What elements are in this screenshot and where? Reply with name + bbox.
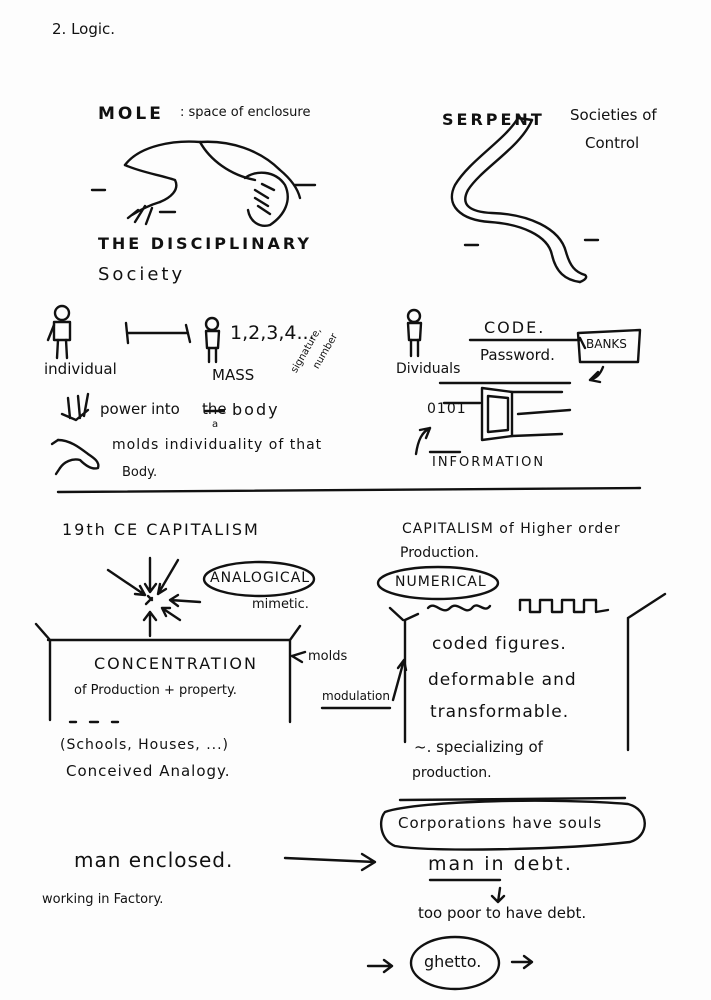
modulation-label: modulation <box>322 689 390 703</box>
information-label: INFORMATION <box>432 455 546 470</box>
concentration-line2: of Production + property. <box>74 683 237 698</box>
numerical-label: NUMERICAL <box>395 574 487 590</box>
serpent-drawing <box>450 116 600 284</box>
specializing-line1: ~. specializing of <box>414 738 543 756</box>
societies-of-control-line2: Control <box>585 134 640 152</box>
ghetto-label: ghetto. <box>424 952 482 971</box>
page-title: 2. Logic. <box>52 20 116 38</box>
too-poor-label: too poor to have debt. <box>418 904 587 922</box>
societies-of-control-line1: Societies of <box>570 106 657 124</box>
corporations-label: Corporations have souls <box>398 814 603 832</box>
mass-figure <box>204 316 221 364</box>
specializing-line2: production. <box>412 765 492 781</box>
wave-signal <box>426 604 492 612</box>
arrow-into-ghetto <box>366 958 394 974</box>
individual-figure <box>46 304 72 360</box>
password-label: Password. <box>480 346 555 364</box>
molds-label: molds <box>308 649 348 664</box>
molds-individuality-line1: molds individuality of that <box>112 437 323 453</box>
dividuals-label: Dividuals <box>396 361 461 377</box>
power-struck-word: the <box>202 400 227 418</box>
notebook-page: 2. Logic. MOLE : space of enclosure THE … <box>0 0 711 1000</box>
mole-drawing <box>90 140 317 227</box>
working-label: working in Factory. <box>42 892 164 907</box>
body-word: body <box>232 400 280 419</box>
dividual-figure <box>406 308 423 358</box>
coded-figures-label: coded figures. <box>432 634 567 654</box>
converging-arrows-icon <box>106 556 202 638</box>
mimetic-label: mimetic. <box>252 597 309 612</box>
man-in-debt-label: man in debt. <box>428 853 573 875</box>
individual-label: individual <box>44 360 117 378</box>
concentration-box <box>34 622 302 724</box>
transformable-label: transformable. <box>430 702 570 722</box>
serpent-label: SERPENT <box>442 110 545 129</box>
conceived-label: Conceived Analogy. <box>66 762 231 780</box>
count-sequence: 1,2,3,4... <box>230 322 315 344</box>
concentration-line1: CONCENTRATION <box>94 654 258 673</box>
lying-figure-icon <box>50 438 100 476</box>
binary-label: 0101 <box>427 401 467 417</box>
mass-label: MASS <box>212 366 255 384</box>
banks-label: BANKS <box>586 337 627 351</box>
schools-label: (Schools, Houses, ...) <box>60 737 230 753</box>
connector <box>124 321 192 345</box>
molds-individuality-line2: Body. <box>122 465 158 480</box>
man-enclosed-label: man enclosed. <box>74 848 234 872</box>
mole-label: MOLE <box>98 104 164 124</box>
capitalism-higher-line2: Production. <box>400 545 479 561</box>
arrow-out-of-ghetto <box>510 954 534 970</box>
code-label: CODE. <box>484 318 546 337</box>
mole-description: : space of enclosure <box>180 105 311 120</box>
arrow-enclosed-to-debt <box>283 852 377 872</box>
insert-a: a <box>212 419 219 430</box>
deformable-label: deformable and <box>428 670 577 690</box>
capitalism-higher-line1: CAPITALISM of Higher order <box>402 521 621 537</box>
section-divider <box>56 486 642 494</box>
square-wave-signal <box>518 598 610 614</box>
disciplinary-label: THE DISCIPLINARY <box>98 234 312 253</box>
power-arrows-icon <box>60 392 90 422</box>
capitalism-19-label: 19th CE CAPITALISM <box>62 520 260 539</box>
analogical-label: ANALOGICAL <box>210 570 311 586</box>
society-label: Society <box>98 264 186 285</box>
power-into-text: power into <box>100 400 180 418</box>
